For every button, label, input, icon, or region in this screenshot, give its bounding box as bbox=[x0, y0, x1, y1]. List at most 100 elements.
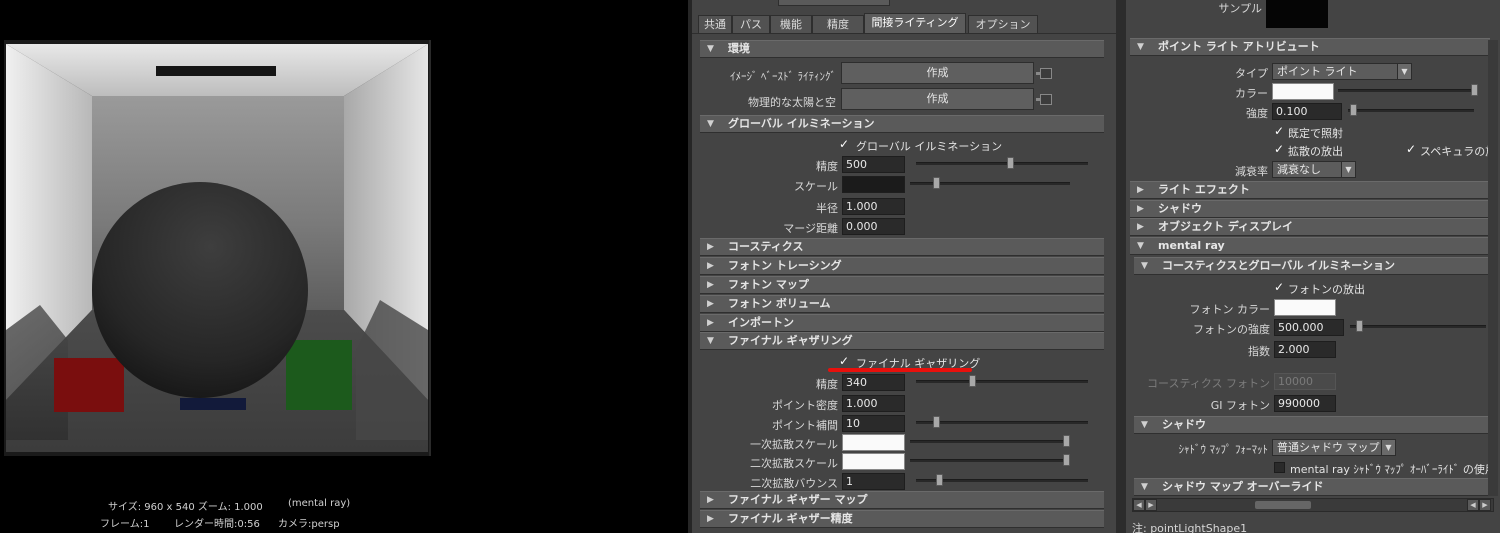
light-intensity-slider[interactable] bbox=[1348, 109, 1474, 112]
collapse-arrow-icon: ▶ bbox=[1137, 222, 1144, 232]
gi-photons-field[interactable]: 990000 bbox=[1274, 395, 1336, 412]
shadow-map-format-label: ｼｬﾄﾞｳ ﾏｯﾌﾟ ﾌｫｰﾏｯﾄ bbox=[1178, 443, 1269, 456]
section-final-gather-map[interactable]: ▶ ファイナル ギャザー マップ bbox=[700, 491, 1104, 509]
fg-secondary-bounce-field[interactable]: 1 bbox=[842, 473, 905, 490]
photon-color-swatch[interactable] bbox=[1274, 299, 1336, 316]
emit-diffuse-label[interactable]: 拡散の放出 bbox=[1288, 143, 1343, 159]
gi-scale-slider-thumb[interactable] bbox=[932, 177, 940, 189]
fg-point-interp-field[interactable]: 10 bbox=[842, 415, 905, 432]
fg-accuracy-slider[interactable] bbox=[916, 380, 1088, 383]
collapse-arrow-icon: ▶ bbox=[1137, 185, 1144, 195]
fg-point-interp-slider[interactable] bbox=[916, 421, 1088, 424]
gi-checkbox-checkmark-icon[interactable]: ✓ bbox=[839, 138, 849, 150]
decay-rate-dropdown[interactable]: 減衰なし ▼ bbox=[1272, 161, 1356, 178]
fg-primary-scale-swatch[interactable] bbox=[842, 434, 905, 451]
fg-point-density-field[interactable]: 1.000 bbox=[842, 395, 905, 412]
emit-diffuse-checkmark-icon[interactable]: ✓ bbox=[1274, 143, 1284, 155]
light-color-swatch[interactable] bbox=[1272, 83, 1334, 100]
gi-merge-field[interactable]: 0.000 bbox=[842, 218, 905, 235]
decay-rate-label: 減衰率 bbox=[1235, 165, 1268, 178]
connection-icon[interactable] bbox=[1036, 94, 1052, 105]
sample-label: サンプル bbox=[1218, 2, 1262, 15]
section-final-gathering[interactable]: ▼ ファイナル ギャザリング bbox=[700, 332, 1104, 350]
section-mental-ray[interactable]: ▼ mental ray bbox=[1130, 237, 1490, 255]
section-final-gather-quality[interactable]: ▶ ファイナル ギャザー精度 bbox=[700, 510, 1104, 528]
collapse-arrow-icon: ▶ bbox=[707, 495, 714, 505]
ibl-create-button[interactable]: 作成 bbox=[841, 62, 1034, 84]
light-type-dropdown[interactable]: ポイント ライト ▼ bbox=[1272, 63, 1412, 80]
tab-quality[interactable]: 精度 bbox=[812, 15, 864, 33]
horizontal-scrollbar[interactable]: ◀ ▶ ◀ ▶ bbox=[1132, 498, 1494, 512]
ceiling-light-slot bbox=[156, 66, 276, 76]
light-color-slider-thumb[interactable] bbox=[1471, 84, 1478, 96]
section-caustics[interactable]: ▶ コースティクス bbox=[700, 238, 1104, 256]
section-environment[interactable]: ▼ 環境 bbox=[700, 40, 1104, 58]
section-shadows[interactable]: ▶ シャドウ bbox=[1130, 200, 1490, 218]
fg-accuracy-slider-thumb[interactable] bbox=[968, 375, 976, 387]
tab-passes[interactable]: パス bbox=[732, 15, 770, 33]
chevron-down-icon: ▼ bbox=[1381, 440, 1395, 455]
mr-override-label[interactable]: mental ray ｼｬﾄﾞｳ ﾏｯﾌﾟ ｵｰﾊﾞｰﾗｲﾄﾞ の使用 bbox=[1290, 461, 1496, 477]
scroll-right-icon[interactable]: ▶ bbox=[1479, 499, 1491, 511]
tab-options[interactable]: オプション bbox=[968, 15, 1038, 33]
tab-features[interactable]: 機能 bbox=[770, 15, 812, 33]
scroll-right-icon[interactable]: ▶ bbox=[1145, 499, 1157, 511]
section-global-illumination[interactable]: ▼ グローバル イルミネーション bbox=[700, 115, 1104, 133]
fg-primary-scale-slider[interactable] bbox=[910, 440, 1070, 443]
section-photon-volume[interactable]: ▶ フォトン ボリューム bbox=[700, 295, 1104, 313]
fg-checkbox-checkmark-icon[interactable]: ✓ bbox=[839, 355, 849, 367]
photon-intensity-field[interactable]: 500.000 bbox=[1274, 319, 1344, 336]
section-object-display[interactable]: ▶ オブジェクト ディスプレイ bbox=[1130, 218, 1490, 236]
tab-common[interactable]: 共通 bbox=[698, 15, 732, 33]
section-photon-tracing[interactable]: ▶ フォトン トレーシング bbox=[700, 257, 1104, 275]
emit-specular-checkmark-icon[interactable]: ✓ bbox=[1406, 143, 1416, 155]
fg-primary-scale-slider-thumb[interactable] bbox=[1063, 435, 1070, 447]
attribute-editor-panel: サンプル ▼ ポイント ライト アトリビュート タイプ ポイント ライト ▼ カ… bbox=[1126, 0, 1500, 533]
section-point-light-attributes[interactable]: ▼ ポイント ライト アトリビュート bbox=[1130, 38, 1490, 56]
light-intensity-field[interactable]: 0.100 bbox=[1272, 103, 1342, 120]
gi-checkbox-label[interactable]: グローバル イルミネーション bbox=[856, 138, 1002, 154]
fg-secondary-scale-slider-thumb[interactable] bbox=[1063, 454, 1070, 466]
section-photon-map[interactable]: ▶ フォトン マップ bbox=[700, 276, 1104, 294]
gi-accuracy-label: 精度 bbox=[816, 160, 838, 173]
emit-photons-label[interactable]: フォトンの放出 bbox=[1288, 281, 1365, 297]
illum-default-label[interactable]: 既定で照射 bbox=[1288, 125, 1343, 141]
fg-secondary-scale-slider[interactable] bbox=[910, 459, 1070, 462]
fg-accuracy-field[interactable]: 340 bbox=[842, 374, 905, 391]
mr-override-checkbox[interactable] bbox=[1274, 462, 1285, 473]
gi-scale-swatch[interactable] bbox=[842, 176, 905, 193]
fg-point-interp-slider-thumb[interactable] bbox=[932, 416, 940, 428]
fg-secondary-bounce-slider-thumb[interactable] bbox=[935, 474, 943, 486]
section-caustics-gi[interactable]: ▼ コースティクスとグローバル イルミネーション bbox=[1134, 257, 1490, 275]
light-intensity-slider-thumb[interactable] bbox=[1350, 104, 1358, 116]
shadow-map-format-dropdown[interactable]: 普通シャドウ マップ ▼ bbox=[1272, 439, 1396, 456]
section-importons[interactable]: ▶ インポートン bbox=[700, 314, 1104, 332]
light-color-slider[interactable] bbox=[1338, 89, 1478, 92]
panel-divider[interactable] bbox=[1116, 0, 1126, 533]
fg-secondary-scale-swatch[interactable] bbox=[842, 453, 905, 470]
photon-intensity-slider[interactable] bbox=[1350, 325, 1486, 328]
vertical-scrollbar[interactable] bbox=[1488, 40, 1498, 496]
renderer-name: (mental ray) bbox=[288, 498, 351, 509]
tab-indirect-lighting[interactable]: 間接ライティング bbox=[864, 13, 966, 34]
scroll-left-icon[interactable]: ◀ bbox=[1133, 499, 1145, 511]
gi-accuracy-slider[interactable] bbox=[916, 162, 1088, 165]
gi-accuracy-field[interactable]: 500 bbox=[842, 156, 905, 173]
collapse-arrow-icon: ▶ bbox=[707, 514, 714, 524]
illum-default-checkmark-icon[interactable]: ✓ bbox=[1274, 125, 1284, 137]
emit-specular-label[interactable]: スペキュラの放 bbox=[1420, 143, 1496, 159]
section-mr-shadows[interactable]: ▼ シャドウ bbox=[1134, 416, 1490, 434]
photon-intensity-slider-thumb[interactable] bbox=[1356, 320, 1364, 332]
gi-radius-field[interactable]: 1.000 bbox=[842, 198, 905, 215]
sun-sky-create-button[interactable]: 作成 bbox=[841, 88, 1034, 110]
caustic-photons-field: 10000 bbox=[1274, 373, 1336, 390]
scroll-left-icon[interactable]: ◀ bbox=[1467, 499, 1479, 511]
emit-photons-checkmark-icon[interactable]: ✓ bbox=[1274, 281, 1284, 293]
connection-icon[interactable] bbox=[1036, 68, 1052, 79]
gi-accuracy-slider-thumb[interactable] bbox=[1006, 157, 1014, 169]
exponent-field[interactable]: 2.000 bbox=[1274, 341, 1336, 358]
camera-info: カメラ:persp bbox=[278, 519, 340, 530]
section-light-effects[interactable]: ▶ ライト エフェクト bbox=[1130, 181, 1490, 199]
section-shadow-map-overrides[interactable]: ▼ シャドウ マップ オーバーライド bbox=[1134, 478, 1490, 496]
scroll-thumb[interactable] bbox=[1255, 501, 1311, 509]
